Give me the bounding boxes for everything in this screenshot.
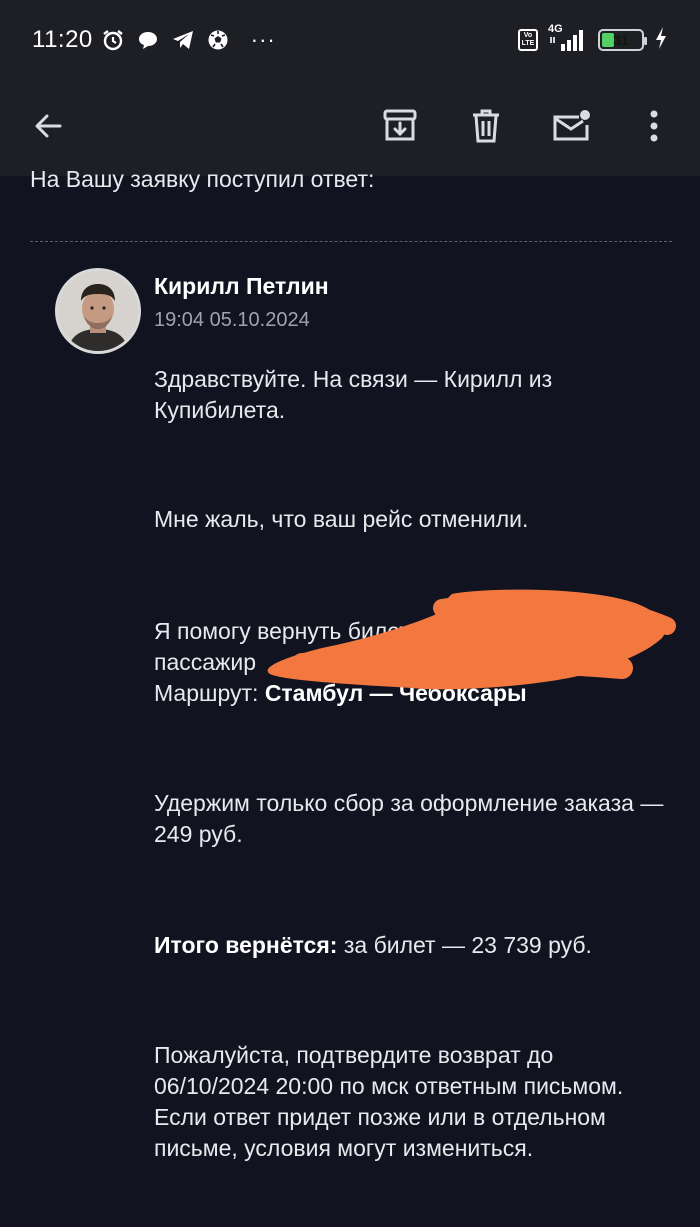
avatar[interactable] [55,268,141,354]
paragraph-greeting: Здравствуйте. На связи — Кирилл из Купиб… [154,366,553,423]
delete-button[interactable] [456,98,516,158]
redaction-scribble [267,589,676,690]
paragraph-fee: Удержим только сбор за оформление заказа… [154,790,664,847]
signal-icon: 4G [548,23,588,53]
mark-unread-icon [552,108,592,149]
archive-button[interactable] [370,98,430,158]
volte-badge: Vo LTE [518,29,538,51]
total-value: за билет — 23 739 руб. [343,932,592,958]
chat-bubble-icon [137,29,159,51]
email-toolbar [0,80,700,176]
soccer-ball-icon [207,29,229,51]
avatar-photo [58,271,138,351]
notification-icons: ··· [101,27,276,53]
total-label: Итого вернётся: [154,932,338,958]
more-options-button[interactable] [624,98,684,158]
sender-name[interactable]: Кирилл Петлин [154,273,329,300]
telegram-icon [171,29,195,51]
email-intro-line: На Вашу заявку поступил ответ: [30,166,375,192]
archive-icon [382,108,418,149]
paragraph-sympathy: Мне жаль, что ваш рейс отменили. [154,506,529,532]
delete-icon [470,108,502,149]
status-time: 11:20 [32,26,93,53]
battery-cap [644,37,647,45]
paragraph-confirmation: Пожалуйста, подтвердите возврат до 06/10… [154,1042,624,1161]
status-bar: 11:20 ··· Vo LTE 4G 31 [0,0,700,80]
more-notifications-indicator: ··· [250,27,276,52]
battery-level: 31 [613,32,629,48]
quote-divider [30,241,672,242]
more-vert-icon [649,109,659,148]
alarm-icon [101,28,125,52]
battery-indicator: 31 [598,29,647,51]
charging-icon [654,26,668,55]
back-arrow-icon [32,110,64,147]
email-content: На Вашу заявку поступил ответ: Кирилл Пе… [0,166,700,1227]
route-label: Маршрут: [154,680,259,706]
sent-timestamp: 19:04 05.10.2024 [154,309,310,331]
system-icons: Vo LTE 4G 31 [518,23,668,55]
paragraph-total: Итого вернётся: за билет — 23 739 руб. [154,930,674,961]
back-button[interactable] [18,98,78,158]
mark-unread-button[interactable] [542,98,602,158]
